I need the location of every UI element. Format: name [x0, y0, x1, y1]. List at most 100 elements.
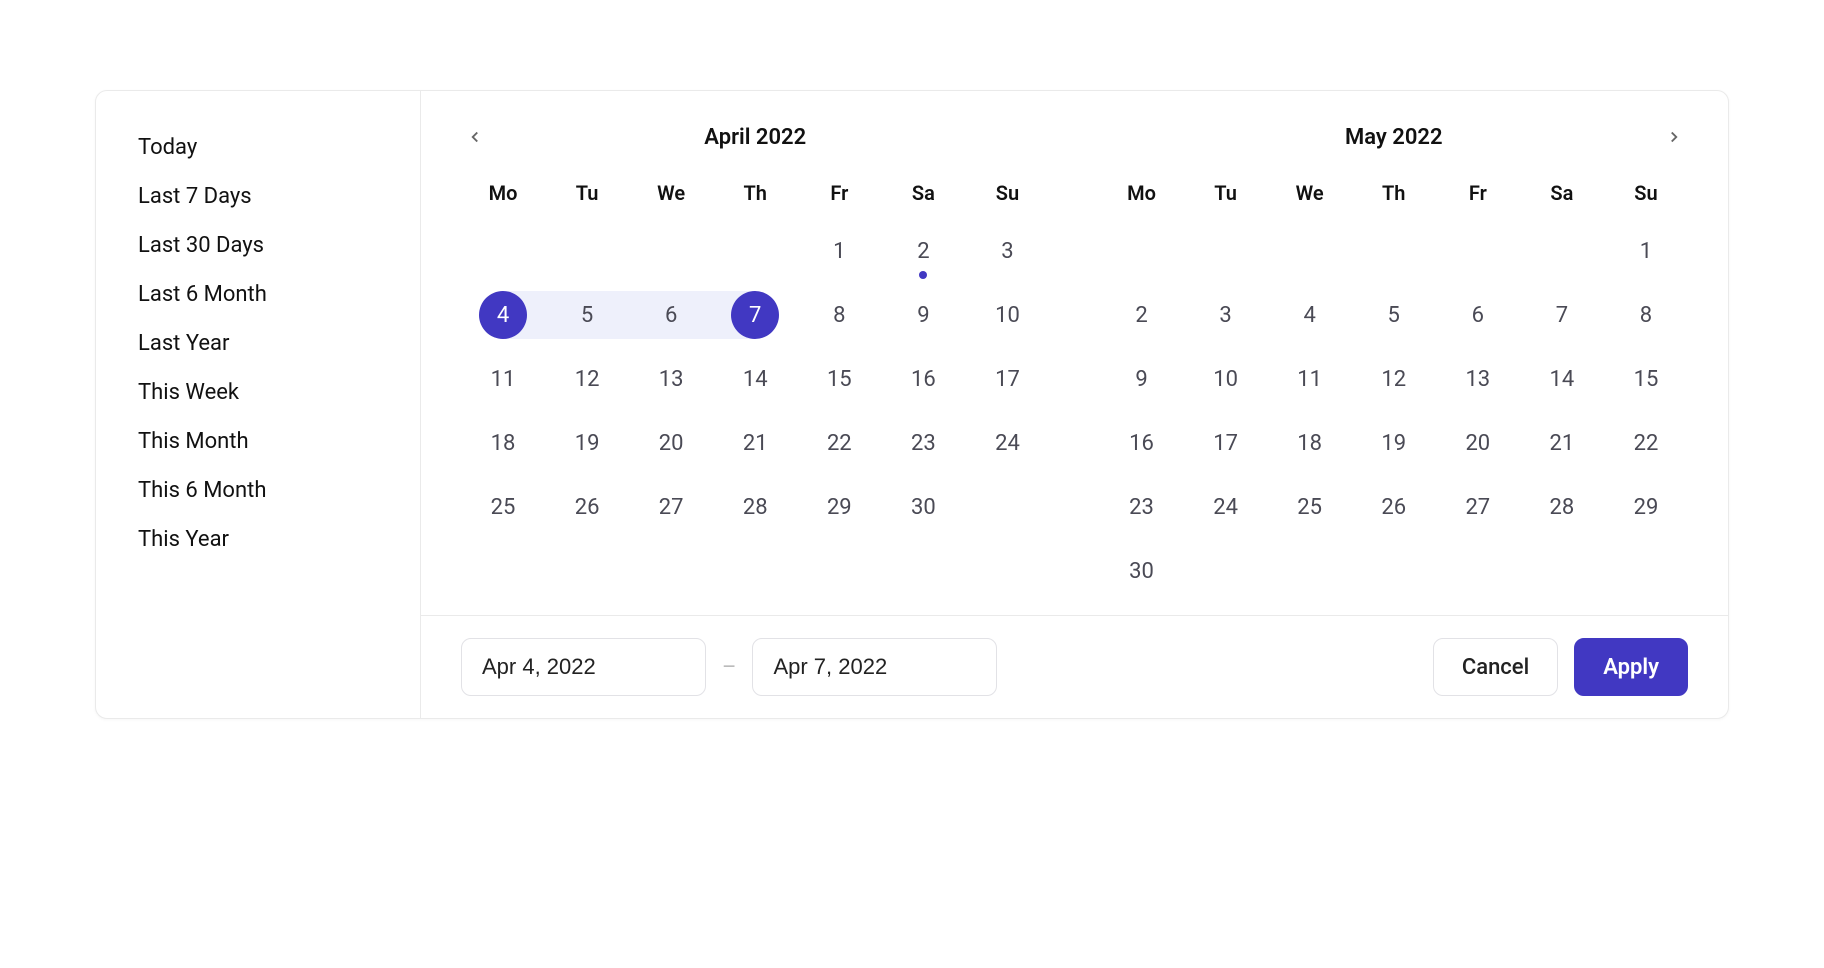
day-cell[interactable]: 14	[1520, 355, 1604, 403]
day-cell[interactable]: 16	[881, 355, 965, 403]
day-number: 22	[1622, 419, 1670, 467]
preset-item[interactable]: This 6 Month	[96, 466, 420, 515]
footer: – Cancel Apply	[421, 615, 1728, 718]
day-cell[interactable]: 6	[1436, 291, 1520, 339]
day-cell[interactable]: 12	[545, 355, 629, 403]
day-cell[interactable]: 4	[1268, 291, 1352, 339]
empty-cell	[545, 227, 629, 275]
day-cell[interactable]: 30	[1100, 547, 1184, 595]
day-cell[interactable]: 25	[461, 483, 545, 531]
empty-cell	[1520, 227, 1604, 275]
day-cell[interactable]: 21	[713, 419, 797, 467]
day-cell[interactable]: 7	[1520, 291, 1604, 339]
day-cell[interactable]: 10	[965, 291, 1049, 339]
day-cell[interactable]: 7	[713, 291, 797, 339]
day-number: 17	[983, 355, 1031, 403]
day-cell[interactable]: 4	[461, 291, 545, 339]
day-cell[interactable]: 12	[1352, 355, 1436, 403]
weekday-label: Fr	[1436, 181, 1520, 211]
preset-item[interactable]: This Month	[96, 417, 420, 466]
day-number: 12	[563, 355, 611, 403]
day-cell[interactable]: 20	[629, 419, 713, 467]
day-cell[interactable]: 2	[1100, 291, 1184, 339]
weekday-label: Su	[965, 181, 1049, 211]
empty-cell	[1100, 227, 1184, 275]
calendar-header: April 2022	[461, 121, 1050, 153]
day-cell[interactable]: 19	[545, 419, 629, 467]
day-cell[interactable]: 18	[1268, 419, 1352, 467]
day-number: 23	[1118, 483, 1166, 531]
day-cell[interactable]: 3	[965, 227, 1049, 275]
preset-item[interactable]: Last 6 Month	[96, 270, 420, 319]
day-number: 8	[1622, 291, 1670, 339]
day-number: 28	[731, 483, 779, 531]
day-cell[interactable]: 15	[1604, 355, 1688, 403]
day-cell[interactable]: 15	[797, 355, 881, 403]
day-number: 18	[479, 419, 527, 467]
day-cell[interactable]: 1	[797, 227, 881, 275]
day-cell[interactable]: 29	[797, 483, 881, 531]
day-number: 27	[647, 483, 695, 531]
day-cell[interactable]: 25	[1268, 483, 1352, 531]
day-number: 21	[1538, 419, 1586, 467]
day-number: 29	[815, 483, 863, 531]
day-cell[interactable]: 22	[1604, 419, 1688, 467]
day-cell[interactable]: 18	[461, 419, 545, 467]
day-cell[interactable]: 17	[965, 355, 1049, 403]
empty-cell	[1352, 227, 1436, 275]
preset-item[interactable]: This Year	[96, 515, 420, 564]
day-cell[interactable]: 16	[1100, 419, 1184, 467]
day-number: 19	[1370, 419, 1418, 467]
day-cell[interactable]: 11	[1268, 355, 1352, 403]
day-cell[interactable]: 20	[1436, 419, 1520, 467]
calendar-header: May 2022	[1100, 121, 1689, 153]
day-cell[interactable]: 23	[1100, 483, 1184, 531]
day-cell[interactable]: 11	[461, 355, 545, 403]
day-cell[interactable]: 8	[797, 291, 881, 339]
day-cell[interactable]: 26	[545, 483, 629, 531]
day-cell[interactable]: 28	[1520, 483, 1604, 531]
day-number: 16	[1118, 419, 1166, 467]
day-number: 2	[1118, 291, 1166, 339]
day-cell[interactable]: 24	[965, 419, 1049, 467]
day-cell[interactable]: 9	[1100, 355, 1184, 403]
day-cell[interactable]: 10	[1184, 355, 1268, 403]
day-cell[interactable]: 21	[1520, 419, 1604, 467]
day-cell[interactable]: 13	[1436, 355, 1520, 403]
chevron-right-icon	[1665, 128, 1683, 146]
apply-button[interactable]: Apply	[1574, 638, 1688, 696]
day-cell[interactable]: 30	[881, 483, 965, 531]
day-cell[interactable]: 6	[629, 291, 713, 339]
prev-month-button[interactable]	[461, 123, 489, 151]
day-cell[interactable]: 28	[713, 483, 797, 531]
range-start-input[interactable]	[461, 638, 706, 696]
range-end-input[interactable]	[752, 638, 997, 696]
day-number: 27	[1454, 483, 1502, 531]
day-cell[interactable]: 5	[1352, 291, 1436, 339]
preset-item[interactable]: Last 30 Days	[96, 221, 420, 270]
day-cell[interactable]: 8	[1604, 291, 1688, 339]
preset-item[interactable]: Last 7 Days	[96, 172, 420, 221]
preset-item[interactable]: Today	[96, 123, 420, 172]
day-cell[interactable]: 3	[1184, 291, 1268, 339]
day-cell[interactable]: 23	[881, 419, 965, 467]
day-cell[interactable]: 14	[713, 355, 797, 403]
day-cell[interactable]: 5	[545, 291, 629, 339]
day-cell[interactable]: 9	[881, 291, 965, 339]
day-cell[interactable]: 19	[1352, 419, 1436, 467]
day-cell[interactable]: 29	[1604, 483, 1688, 531]
day-cell[interactable]: 17	[1184, 419, 1268, 467]
preset-item[interactable]: This Week	[96, 368, 420, 417]
day-cell[interactable]: 27	[1436, 483, 1520, 531]
day-cell[interactable]: 2	[881, 227, 965, 275]
cancel-button[interactable]: Cancel	[1433, 638, 1558, 696]
day-cell[interactable]: 26	[1352, 483, 1436, 531]
day-cell[interactable]: 24	[1184, 483, 1268, 531]
day-cell[interactable]: 13	[629, 355, 713, 403]
next-month-button[interactable]	[1660, 123, 1688, 151]
day-number: 14	[1538, 355, 1586, 403]
preset-item[interactable]: Last Year	[96, 319, 420, 368]
day-cell[interactable]: 22	[797, 419, 881, 467]
day-cell[interactable]: 1	[1604, 227, 1688, 275]
day-cell[interactable]: 27	[629, 483, 713, 531]
